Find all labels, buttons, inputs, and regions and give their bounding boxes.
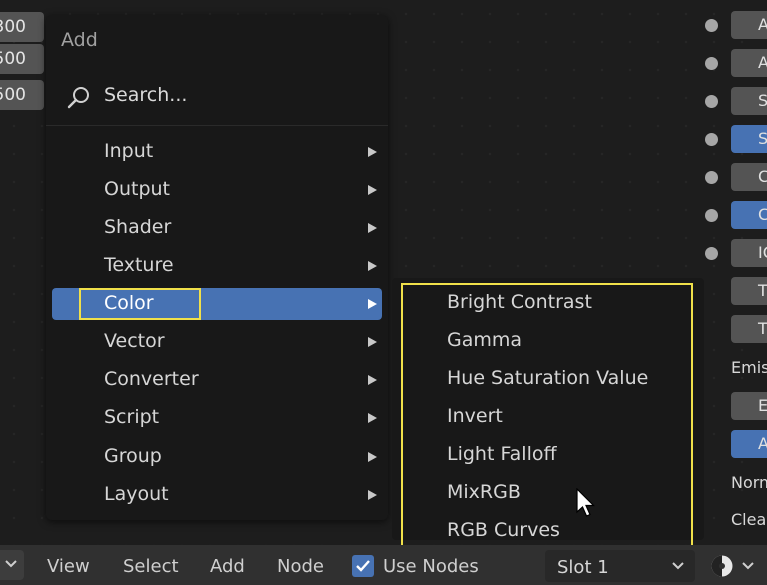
checkmark-icon xyxy=(356,560,370,572)
submenu-arrow-icon xyxy=(368,223,377,233)
menu-item-layout[interactable]: Layout xyxy=(52,479,382,511)
annotation-highlight-submenu xyxy=(401,283,693,550)
menu-node[interactable]: Node xyxy=(277,556,324,577)
chevron-down-icon[interactable] xyxy=(741,559,755,573)
input-socket[interactable] xyxy=(705,133,718,146)
chevron-down-icon xyxy=(672,562,684,570)
node-field[interactable]: E xyxy=(731,392,767,420)
menu-item-shader[interactable]: Shader xyxy=(52,212,382,244)
emission-label: Emis xyxy=(731,358,767,377)
node-field[interactable]: T xyxy=(731,277,767,305)
node-value-field[interactable]: 500 xyxy=(0,80,44,110)
input-socket[interactable] xyxy=(705,19,718,32)
node-field[interactable]: A xyxy=(731,49,767,77)
node-slider[interactable]: S xyxy=(731,125,767,153)
node-value-field[interactable]: 300 xyxy=(0,12,44,42)
node-editor-header: View Select Add Node Use Nodes Slot 1 xyxy=(0,545,767,585)
principled-node-fragment: A A S S C C IC T T Emis E A Norm Clea xyxy=(700,0,767,545)
submenu-arrow-icon xyxy=(368,185,377,195)
add-menu: Add Search... Input Output Shader Textur… xyxy=(46,15,388,520)
input-socket[interactable] xyxy=(705,209,718,222)
menu-title: Add xyxy=(61,29,98,51)
submenu-arrow-icon xyxy=(368,299,377,309)
input-socket[interactable] xyxy=(705,57,718,70)
use-nodes-checkbox[interactable] xyxy=(352,555,374,577)
submenu-arrow-icon xyxy=(368,261,377,271)
search-placeholder: Search... xyxy=(104,84,188,106)
menu-item-texture[interactable]: Texture xyxy=(52,250,382,282)
material-preview-icon[interactable] xyxy=(710,554,734,578)
normal-label: Norm xyxy=(731,473,767,492)
menu-add[interactable]: Add xyxy=(210,556,245,577)
submenu-arrow-icon xyxy=(368,147,377,157)
menu-search[interactable]: Search... xyxy=(46,77,388,121)
search-icon xyxy=(67,87,89,109)
menu-item-output[interactable]: Output xyxy=(52,174,382,206)
material-slot-dropdown[interactable]: Slot 1 xyxy=(545,550,695,582)
node-value-field[interactable]: 500 xyxy=(0,44,44,74)
node-slider[interactable]: C xyxy=(731,201,767,229)
submenu-arrow-icon xyxy=(368,490,377,500)
chevron-down-icon xyxy=(5,560,17,568)
node-field[interactable]: IC xyxy=(731,239,767,267)
submenu-arrow-icon xyxy=(368,337,377,347)
menu-item-group[interactable]: Group xyxy=(52,441,382,473)
node-field[interactable]: T xyxy=(731,315,767,343)
clearcoat-label: Clea xyxy=(731,510,767,529)
submenu-arrow-icon xyxy=(368,452,377,462)
input-socket[interactable] xyxy=(705,95,718,108)
node-field[interactable]: S xyxy=(731,87,767,115)
node-field[interactable]: A xyxy=(731,11,767,39)
menu-select[interactable]: Select xyxy=(123,556,179,577)
menu-item-vector[interactable]: Vector xyxy=(52,326,382,358)
input-socket[interactable] xyxy=(705,247,718,260)
menu-item-input[interactable]: Input xyxy=(52,136,382,168)
menu-view[interactable]: View xyxy=(47,556,90,577)
menu-item-converter[interactable]: Converter xyxy=(52,364,382,396)
use-nodes-label: Use Nodes xyxy=(383,556,479,577)
mouse-cursor-icon xyxy=(576,488,595,517)
submenu-arrow-icon xyxy=(368,375,377,385)
node-slider[interactable]: A xyxy=(731,430,767,458)
submenu-arrow-icon xyxy=(368,413,377,423)
editor-type-dropdown[interactable] xyxy=(0,550,24,580)
annotation-highlight-color xyxy=(79,288,201,320)
input-socket[interactable] xyxy=(705,171,718,184)
menu-item-script[interactable]: Script xyxy=(52,402,382,434)
menu-separator xyxy=(46,125,388,126)
node-field[interactable]: C xyxy=(731,163,767,191)
